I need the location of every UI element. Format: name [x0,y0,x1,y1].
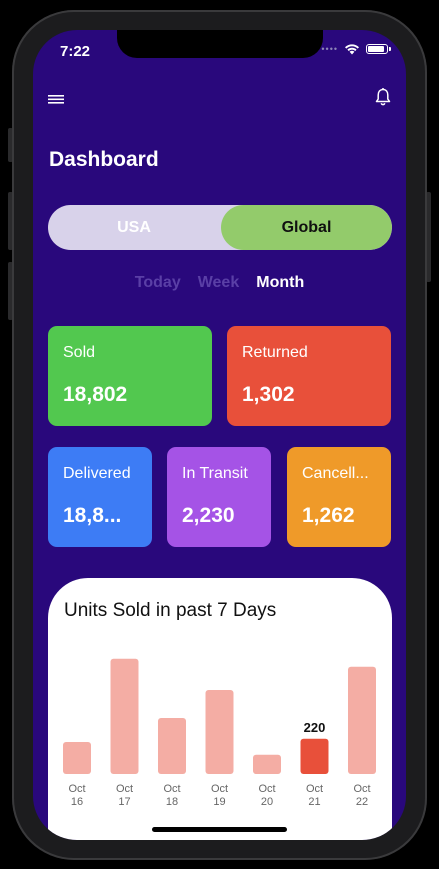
region-toggle: USA Global [48,205,392,250]
x-tick-label: Oct 18 [163,783,180,808]
x-tick-label: Oct 21 [306,783,323,808]
phone-device: 7:22 •••• Dashboard USA Global Today Wee… [0,0,439,869]
menu-icon[interactable] [48,92,66,106]
stat-card-in-transit[interactable]: In Transit 2,230 [167,447,271,547]
stat-label: In Transit [182,465,248,482]
chart-bar-oct-18[interactable] [158,718,186,774]
stat-value: 1,302 [242,383,295,406]
status-time: 7:22 [60,43,91,60]
stat-value: 18,802 [63,383,128,406]
stat-value: 2,230 [182,504,235,527]
notification-bell-icon[interactable] [374,87,392,107]
stat-value: 18,8... [63,504,122,527]
x-tick-label: Oct 17 [116,783,133,808]
app-screen: 7:22 •••• Dashboard USA Global Today Wee… [33,30,406,840]
stat-card-cancelled[interactable]: Cancell... 1,262 [287,447,391,547]
chart-bar-oct-21[interactable] [300,738,329,774]
battery-icon [366,44,391,54]
region-option-usa[interactable]: USA [48,205,220,250]
stat-card-sold[interactable]: Sold 18,802 [48,326,212,426]
cellular-signal-icon: •••• [321,44,338,54]
page-title: Dashboard [49,148,159,171]
region-option-global[interactable]: Global [221,205,392,250]
units-sold-chart-card: Units Sold in past 7 Days Oct 16 Oct 17 Oct 1… [48,578,392,840]
period-tabs: Today Week Month [33,274,406,292]
x-tick-label: Oct 20 [258,783,275,808]
notch [117,30,323,58]
chart-bar-oct-17[interactable] [110,658,139,774]
stat-card-delivered[interactable]: Delivered 18,8... [48,447,152,547]
tab-week[interactable]: Week [198,274,240,292]
x-tick-label: Oct 22 [353,783,370,808]
wifi-icon [345,44,359,55]
units-sold-bar-chart: Oct 16 Oct 17 Oct 18 Oct 19 Oct 20 Oct 21 220 Oct 22 [63,658,376,808]
tab-today[interactable]: Today [135,274,181,292]
stat-label: Delivered [63,465,131,482]
tab-month[interactable]: Month [256,274,304,292]
stat-label: Sold [63,344,96,361]
home-indicator [152,827,287,832]
status-icons: •••• [321,43,391,55]
stat-value: 1,262 [302,504,355,527]
stat-label: Cancell... [302,465,369,482]
chart-bar-oct-20[interactable] [253,754,281,774]
stat-label: Returned [242,344,308,361]
chart-bar-oct-22[interactable] [348,666,376,774]
chart-bar-oct-16[interactable] [63,742,91,774]
bar-data-label: 220 [304,720,326,735]
x-tick-label: Oct 16 [68,783,85,808]
stat-card-returned[interactable]: Returned 1,302 [227,326,391,426]
chart-bar-oct-19[interactable] [205,690,234,774]
x-tick-label: Oct 19 [211,783,228,808]
